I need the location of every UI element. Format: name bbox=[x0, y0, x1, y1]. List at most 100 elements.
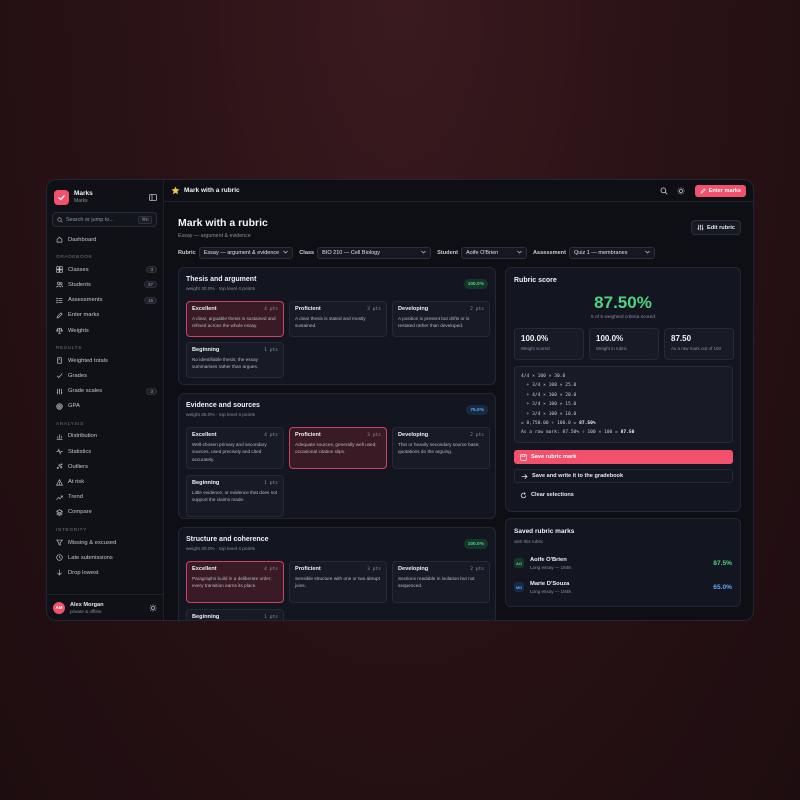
level-option-beginning[interactable]: Beginning1 ptsNo discernible plan. bbox=[186, 609, 284, 620]
sidebar-item-distribution[interactable]: Distribution bbox=[47, 429, 163, 444]
assessment-select[interactable]: Quiz 1 — membranes bbox=[568, 247, 655, 259]
saved-mark-row[interactable]: MD Marie D'Souza Long essay — 1848 65.0% bbox=[514, 577, 732, 597]
refresh-icon bbox=[520, 491, 527, 499]
level-points: 2 pts bbox=[470, 566, 484, 572]
stat-weight-in-rubric: 100.0% Weight in rubric bbox=[589, 328, 659, 360]
level-option-excellent[interactable]: Excellent 4 pts Paragraphs build in a deli… bbox=[186, 561, 284, 603]
level-option-proficient[interactable]: Proficient 3 pts Sensible structure with o… bbox=[289, 561, 387, 603]
theme-toggle-icon[interactable] bbox=[149, 599, 157, 617]
level-option-proficient[interactable]: Proficient 3 pts Adequate sources, general… bbox=[289, 427, 387, 469]
home-icon bbox=[56, 236, 63, 243]
sidebar-item-missing-excused[interactable]: Missing & excused bbox=[47, 535, 163, 550]
saved-mark-row[interactable]: AO Aoife O'Brien Long essay — 1848 87.5% bbox=[514, 553, 732, 573]
level-option-developing[interactable]: Developing 2 pts A position is present but… bbox=[392, 301, 490, 337]
warning-icon bbox=[56, 478, 63, 486]
calc-line: + 3/4 × 100 × 10.0 bbox=[521, 411, 577, 417]
level-option-beginning[interactable]: Beginning 1 pts Little evidence, or eviden… bbox=[186, 475, 284, 517]
sidebar-item-label: Classes bbox=[68, 266, 89, 273]
sidebar-item-drop-lowest[interactable]: Drop lowest bbox=[47, 565, 163, 580]
level-option-developing[interactable]: Developing 2 pts Sections readable in isol… bbox=[392, 561, 490, 603]
page-title: Mark with a rubric bbox=[178, 217, 268, 229]
saved-marks-subtitle: with this rubric bbox=[514, 539, 544, 544]
sidebar-item-grades[interactable]: Grades bbox=[47, 368, 163, 383]
class-select[interactable]: BIO 210 — Cell Biology bbox=[317, 247, 432, 259]
sidebar-item-statistics[interactable]: Statistics bbox=[47, 444, 163, 459]
level-description: No identifiable thesis; the essay summar… bbox=[192, 357, 259, 370]
level-option-proficient[interactable]: Proficient 3 pts A clear thesis is stated … bbox=[289, 301, 387, 337]
sidebar-item-assessments[interactable]: Assessments 16 bbox=[47, 293, 163, 308]
sidebar-item-students[interactable]: Students 37 bbox=[47, 277, 163, 292]
edit-rubric-button[interactable]: Edit rubric bbox=[691, 220, 741, 235]
stat-weight-scored: 100.0% Weight scored bbox=[514, 328, 584, 360]
calculation-breakdown: 4/4 × 100 × 30.0 + 3/4 × 100 × 25.0 + 4/… bbox=[514, 366, 733, 443]
level-name: Proficient bbox=[295, 566, 321, 572]
sidebar-item-at-risk[interactable]: At risk bbox=[47, 474, 163, 489]
level-header: Developing 2 pts bbox=[398, 306, 484, 312]
nav-section-results: RESULTS bbox=[56, 346, 82, 352]
sidebar-item-late-submissions[interactable]: Late submissions bbox=[47, 550, 163, 565]
level-name: Beginning bbox=[192, 347, 220, 353]
search-input[interactable]: Search or jump to... ⌘K bbox=[52, 212, 157, 227]
sidebar-item-grade-scales[interactable]: Grade scales 3 bbox=[47, 384, 163, 399]
level-points: 4 pts bbox=[264, 306, 278, 312]
sidebar-item-label: Weighted totals bbox=[68, 357, 108, 364]
saved-mark-info: Marie D'Souza Long essay — 1848 bbox=[530, 581, 713, 594]
level-option-excellent[interactable]: Excellent 4 pts A clear, arguable thesis i… bbox=[186, 301, 284, 337]
clear-selections-button[interactable]: Clear selections bbox=[514, 488, 580, 502]
saved-marks-card: Saved rubric marks with this rubric AO Ao… bbox=[505, 518, 741, 607]
scale-icon bbox=[56, 327, 63, 334]
save-and-write-button[interactable]: Save and write it to the gradebook bbox=[514, 469, 733, 483]
filter-bar: Rubric Essay — argument & evidence Class… bbox=[178, 247, 661, 259]
sidebar-item-label: Assessments bbox=[68, 297, 103, 304]
sidebar-item-label: Grades bbox=[68, 372, 88, 379]
level-description: Well-chosen primary and secondary source… bbox=[192, 442, 267, 462]
level-name: Developing bbox=[398, 432, 429, 438]
sidebar-item-classes[interactable]: Classes 3 bbox=[47, 262, 163, 277]
stat-value: 100.0% bbox=[596, 334, 624, 343]
calc-raw-value: 87.50 bbox=[620, 430, 635, 436]
sidebar-item-weighted-totals[interactable]: Weighted totals bbox=[47, 353, 163, 368]
check-icon bbox=[56, 372, 63, 379]
level-name: Beginning bbox=[192, 614, 220, 620]
sidebar-item-label: Compare bbox=[68, 509, 92, 516]
sidebar-item-enter-marks[interactable]: Enter marks bbox=[47, 308, 163, 323]
rubric-select[interactable]: Essay — argument & evidence bbox=[198, 247, 294, 259]
sidebar-item-label: At risk bbox=[68, 479, 85, 486]
level-header: Beginning 1 pts bbox=[192, 347, 278, 353]
save-rubric-mark-button[interactable]: Save rubric mark bbox=[514, 450, 733, 464]
user-profile[interactable]: AM Alex Morgan private & offline bbox=[47, 594, 163, 620]
sidebar-item-trend[interactable]: Trend bbox=[47, 490, 163, 505]
target-icon bbox=[56, 403, 63, 410]
saved-mark-info: Aoife O'Brien Long essay — 1848 bbox=[530, 557, 713, 570]
sidebar-item-outliers[interactable]: Outliers bbox=[47, 459, 163, 474]
search-placeholder: Search or jump to... bbox=[66, 216, 114, 223]
filter-icon bbox=[56, 539, 63, 546]
rubric-select-value: Essay — argument & evidence bbox=[203, 250, 280, 256]
pencil-icon bbox=[700, 187, 706, 194]
level-option-developing[interactable]: Developing 2 pts Thin or heavily secondary… bbox=[392, 427, 490, 469]
student-select[interactable]: Aoife O'Brien bbox=[461, 247, 527, 259]
sidebar: Marks Marks Search or jump to... ⌘K Dash… bbox=[47, 180, 164, 620]
content: Mark with a rubric Essay — argument & ev… bbox=[164, 202, 753, 620]
sidebar-item-label: Dashboard bbox=[68, 236, 97, 243]
calc-line: + 3/4 × 100 × 25.0 bbox=[521, 383, 577, 389]
criterion-subtitle: weight 30.0% · top level 4 points bbox=[186, 287, 256, 292]
count-badge: 3 bbox=[146, 266, 157, 274]
sidebar-item-weights[interactable]: Weights bbox=[47, 323, 163, 338]
clock-icon bbox=[56, 554, 63, 561]
sidebar-item-compare[interactable]: Compare bbox=[47, 505, 163, 520]
level-option-excellent[interactable]: Excellent 4 pts Well-chosen primary and se… bbox=[186, 427, 284, 469]
sidebar-item-dashboard[interactable]: Dashboard bbox=[47, 232, 163, 247]
student-name: Aoife O'Brien bbox=[530, 556, 567, 563]
sidebar-item-gpa[interactable]: GPA bbox=[47, 399, 163, 414]
theme-toggle-icon[interactable] bbox=[676, 186, 686, 196]
sidebar-toggle-icon[interactable] bbox=[148, 194, 157, 202]
level-name: Developing bbox=[398, 566, 429, 572]
bar-chart-icon bbox=[56, 433, 63, 440]
level-description: A clear, arguable thesis is sustained an… bbox=[192, 316, 276, 329]
level-option-beginning[interactable]: Beginning 1 pts No identifiable thesis; th… bbox=[186, 342, 284, 378]
enter-marks-button[interactable]: Enter marks bbox=[694, 184, 746, 197]
search-icon bbox=[57, 216, 63, 223]
search-icon[interactable] bbox=[659, 186, 669, 196]
arrow-down-icon bbox=[56, 569, 63, 576]
